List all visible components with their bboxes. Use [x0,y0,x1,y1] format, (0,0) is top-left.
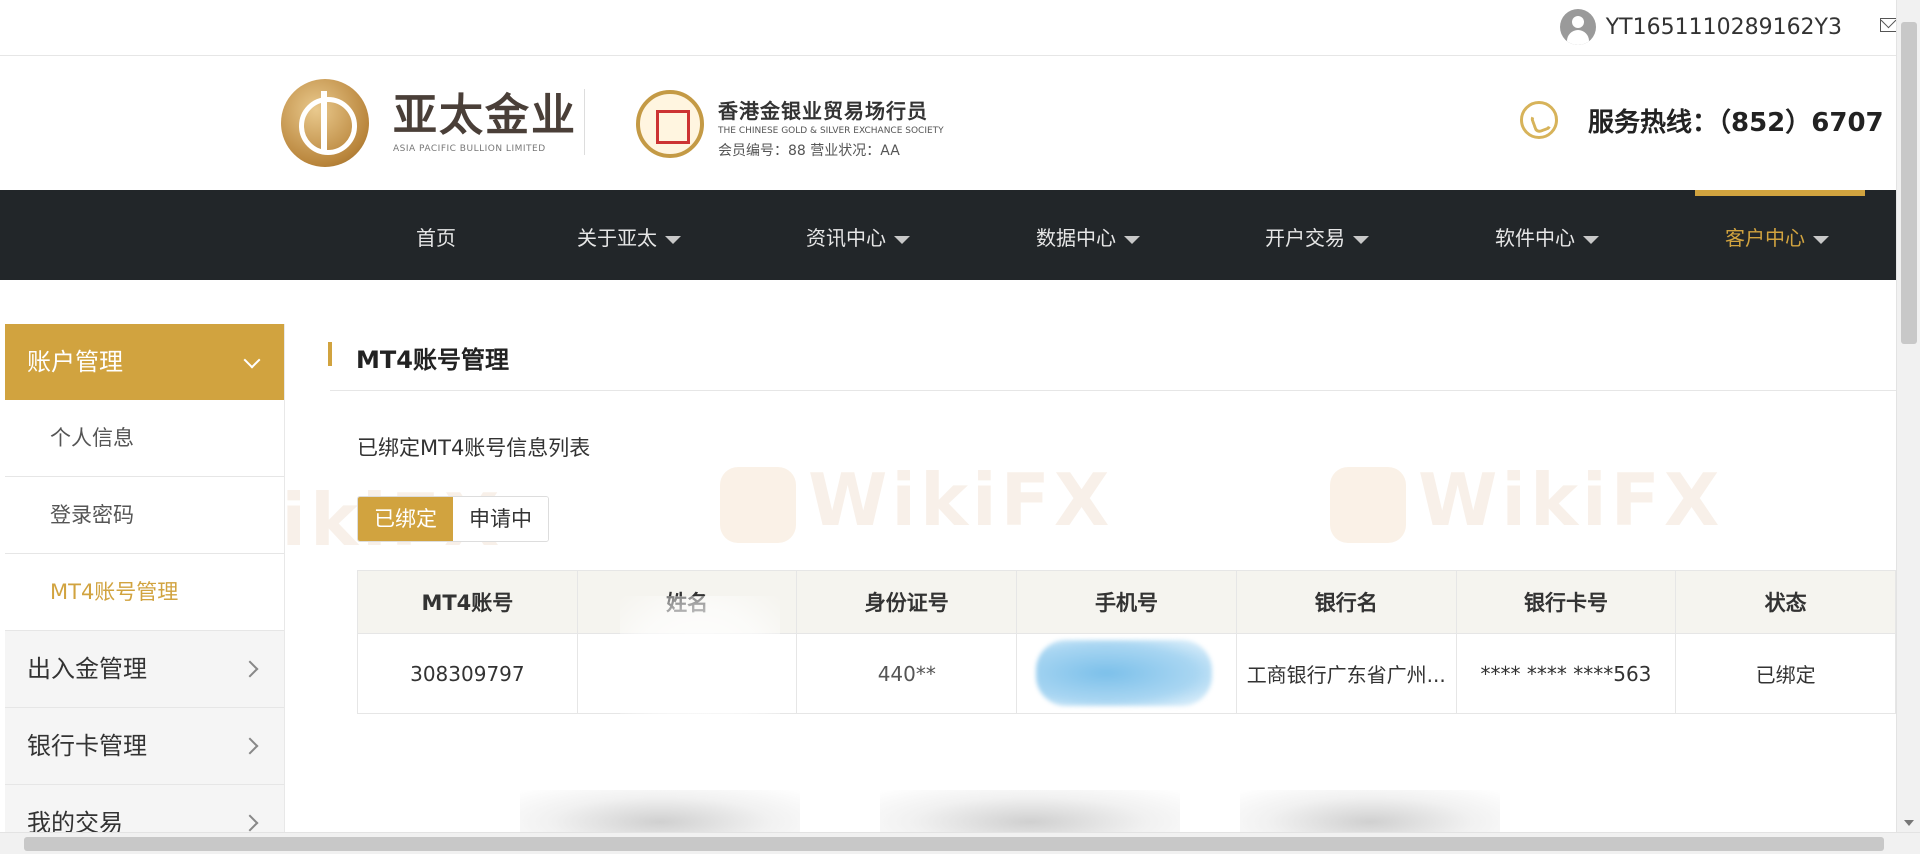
horizontal-scrollbar[interactable] [0,832,1920,854]
sidebar-item-personal-info[interactable]: 个人信息 [5,400,284,477]
society-title-en: THE CHINESE GOLD & SILVER EXCHANCE SOCIE… [718,126,944,136]
header-divider [584,89,585,155]
brand-logo[interactable]: 亚太金业 ASIA PACIFIC BULLION LIMITED [281,79,577,167]
nav-item-open-account[interactable]: 开户交易 [1265,190,1369,280]
watermark: WikiFX [1330,458,1724,544]
sidebar: 账户管理 个人信息 登录密码 MT4账号管理 出入金管理 银行卡管理 我的交易 [5,324,285,854]
chevron-right-icon [241,737,259,755]
column-header: 手机号 [1017,571,1237,633]
title-divider [330,390,1896,391]
wikifx-logo-icon [720,467,796,544]
column-header: 状态 [1764,591,1807,615]
cell-mt4-account: 308309797 [358,634,578,713]
sidebar-group-label: 账户管理 [27,348,123,376]
nav-item-client-center[interactable]: 客户中心 [1725,190,1829,280]
sidebar-item-bank-card[interactable]: 银行卡管理 [5,708,284,785]
top-user-bar: YT1651110289162Y3 [0,0,1920,56]
table-header: MT4账号 姓名 身份证号 手机号 银行名 银行卡号 状态 [358,571,1895,633]
nav-item-about[interactable]: 关于亚太 [577,190,681,280]
column-header: MT4账号 [358,571,578,633]
tab-pending[interactable]: 申请中 [453,497,548,541]
watermark: WikiFX [720,458,1114,544]
hotline: 服务热线：（852）6707 [1520,101,1884,139]
nav-item-news[interactable]: 资讯中心 [806,190,910,280]
sidebar-item-mt4-account[interactable]: MT4账号管理 [5,554,284,631]
column-header: 银行卡号 [1457,571,1677,633]
scrollbar-thumb[interactable] [1901,22,1917,344]
chevron-down-icon [1124,235,1140,244]
user-avatar-icon [1559,9,1596,45]
column-header: 身份证号 [797,571,1018,633]
wikifx-logo-icon [1330,467,1406,544]
society-seal-icon [636,90,704,158]
main-nav: 首页 关于亚太 资讯中心 数据中心 开户交易 软件中心 客户中心 [0,190,1896,280]
brand-emblem-icon [281,79,369,167]
chevron-down-icon [1353,235,1369,244]
title-accent-bar [328,342,332,366]
status-tabs: 已绑定 申请中 [357,496,549,542]
user-menu[interactable]: YT1651110289162Y3 [1559,9,1842,45]
list-caption: 已绑定MT4账号信息列表 [357,436,591,460]
cell-id-number: 440** [797,634,1018,713]
watermark-text: WikiFX [808,458,1114,542]
chevron-right-icon [241,660,259,678]
watermark-text: WikiFX [1418,458,1724,542]
nav-item-home[interactable]: 首页 [416,190,456,280]
chevron-down-icon [894,235,910,244]
society-title: 香港金银业贸易场行员 [718,99,928,123]
tab-bound[interactable]: 已绑定 [358,497,453,541]
cell-bank-card: **** **** ****563 [1457,634,1677,713]
chevron-down-icon [1583,235,1599,244]
society-member-info: 会员编号：88 营业状况：AA [718,143,900,159]
page-title: MT4账号管理 [356,346,509,374]
sidebar-item-deposit-withdraw[interactable]: 出入金管理 [5,631,284,708]
scroll-down-icon[interactable] [1904,820,1914,826]
nav-item-data[interactable]: 数据中心 [1036,190,1140,280]
hotline-label: 服务热线：（852）6707 [1588,107,1884,138]
cell-bank-name: 工商银行广东省广州... [1237,634,1457,713]
phone-icon [1520,101,1558,139]
brand-name-en: ASIA PACIFIC BULLION LIMITED [393,144,546,154]
society-membership: 香港金银业贸易场行员 THE CHINESE GOLD & SILVER EXC… [718,95,944,160]
brand-name: 亚太金业 [393,90,577,141]
sidebar-item-login-password[interactable]: 登录密码 [5,477,284,554]
username: YT1651110289162Y3 [1605,14,1842,40]
scrollbar-thumb[interactable] [24,837,1884,851]
redaction-blur [1036,640,1212,706]
nav-item-software[interactable]: 软件中心 [1495,190,1599,280]
column-header: 银行名 [1237,571,1457,633]
vertical-scrollbar[interactable] [1896,0,1920,832]
cell-status: 已绑定 [1755,663,1816,687]
sidebar-group-account[interactable]: 账户管理 [5,324,284,400]
site-header: 亚太金业 ASIA PACIFIC BULLION LIMITED 香港金银业贸… [0,57,1920,190]
chevron-right-icon [241,814,259,832]
chevron-down-icon [665,235,681,244]
redaction-blur [620,596,780,736]
chevron-down-icon [1813,235,1829,244]
chevron-down-icon [243,351,261,369]
